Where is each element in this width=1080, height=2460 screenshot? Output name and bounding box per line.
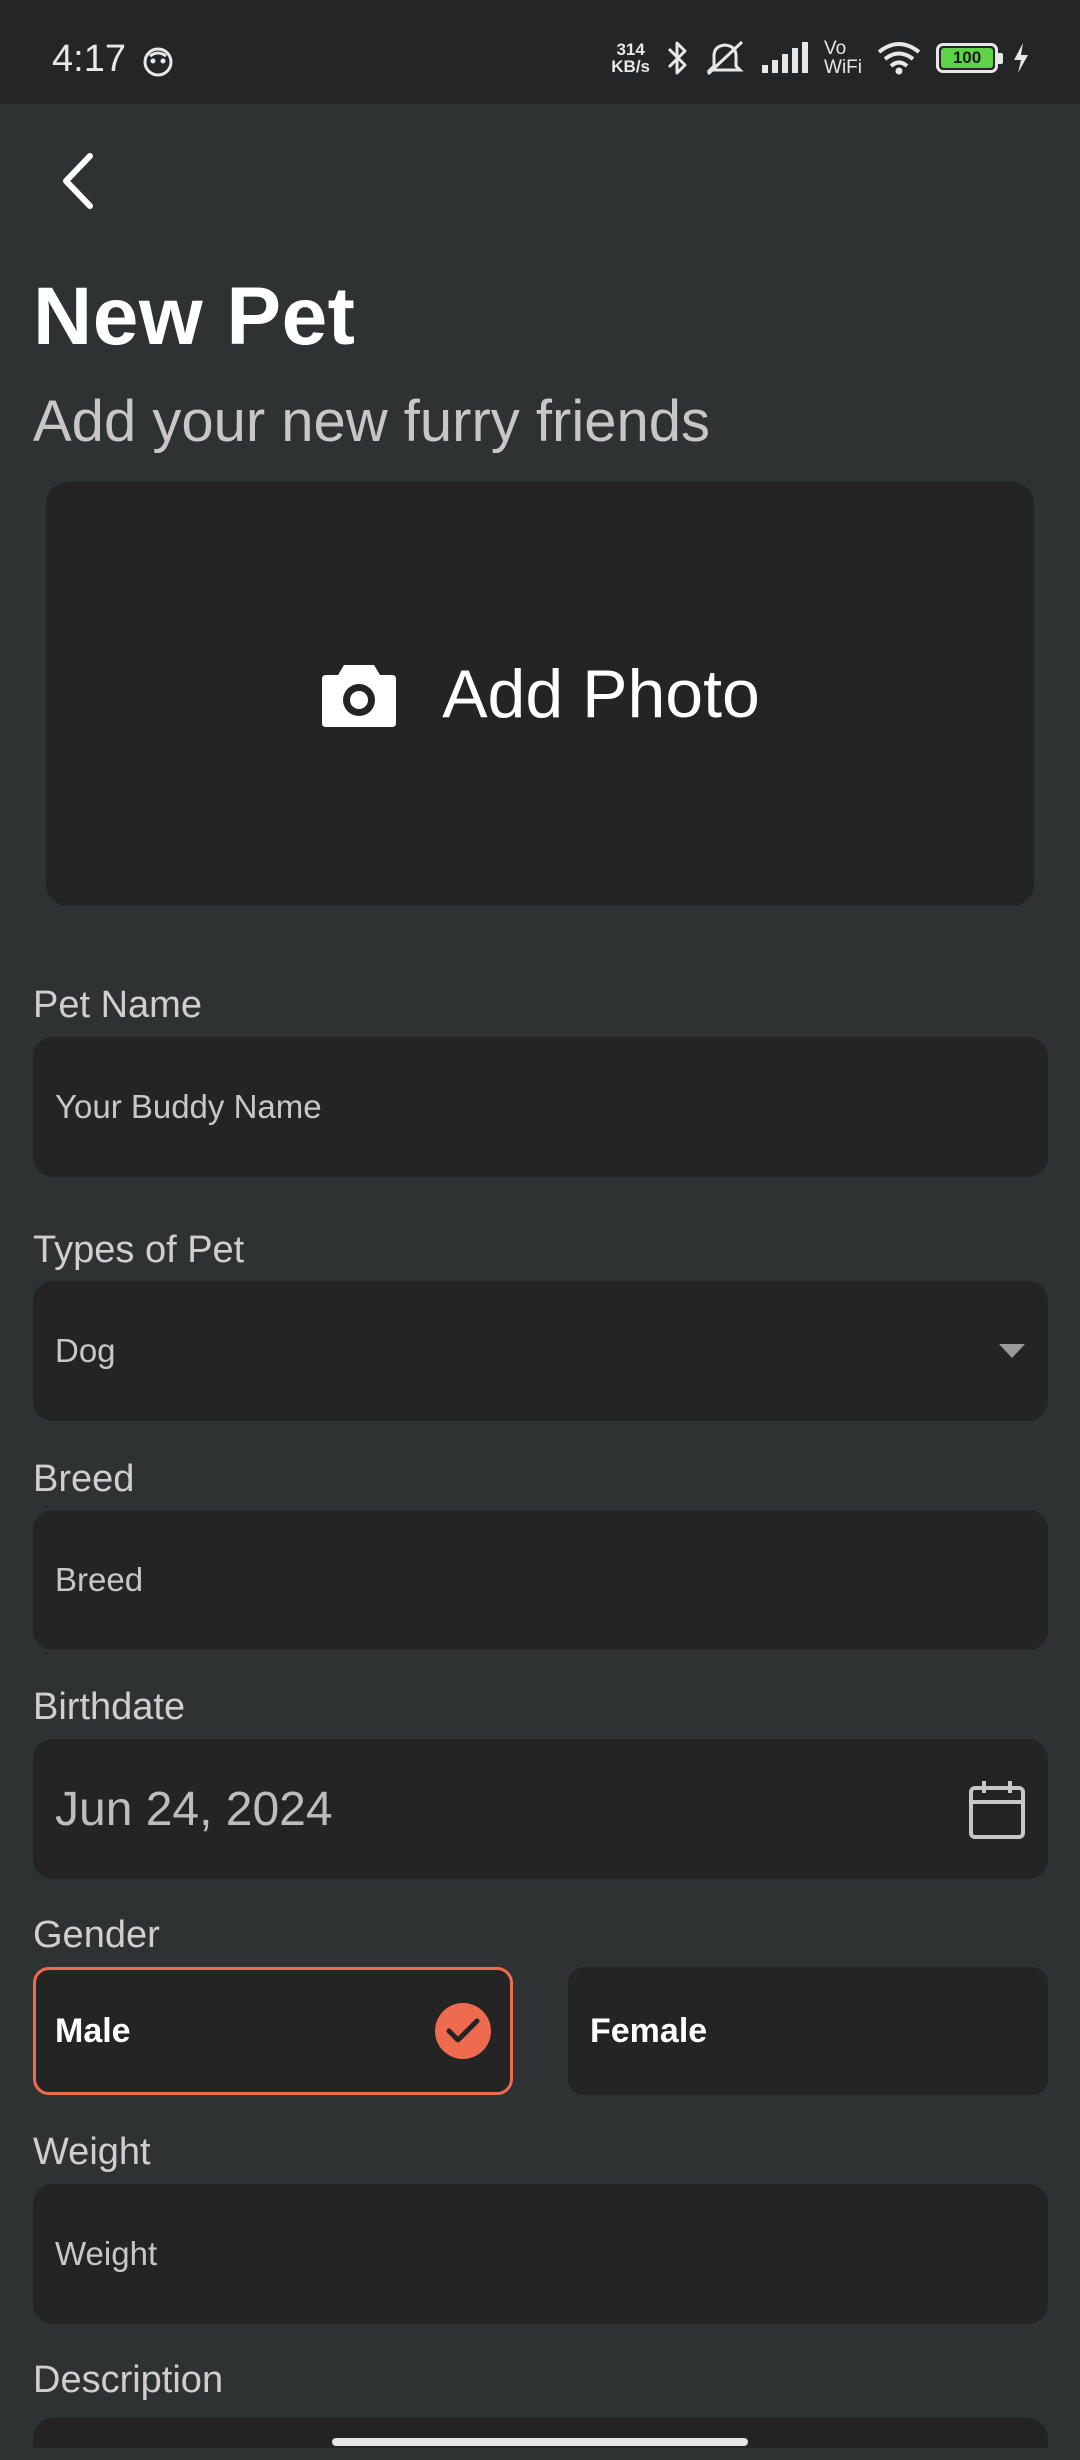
weight-label: Weight xyxy=(33,2131,151,2173)
gender-label: Gender xyxy=(33,1914,160,1956)
pet-type-value: Dog xyxy=(55,1332,116,1369)
page-subtitle: Add your new furry friends xyxy=(33,389,710,454)
vowifi-indicator: Vo WiFi xyxy=(824,38,862,78)
bluetooth-icon xyxy=(667,41,687,75)
description-label: Description xyxy=(33,2359,224,2401)
chevron-left-icon xyxy=(63,153,93,209)
signal-icon xyxy=(762,42,809,73)
camera-icon xyxy=(322,665,397,727)
weight-input[interactable]: Weight xyxy=(33,2184,1048,2324)
status-icons: 314 KB/s Vo WiFi 100 xyxy=(611,36,1030,80)
calendar-icon[interactable] xyxy=(968,1778,1026,1840)
weight-placeholder: Weight xyxy=(55,2235,158,2272)
add-photo-label: Add Photo xyxy=(442,656,760,732)
status-time: 4:17 xyxy=(52,38,126,80)
wifi-icon xyxy=(877,42,921,75)
charging-icon xyxy=(1014,43,1028,73)
breed-placeholder: Breed xyxy=(55,1561,144,1598)
battery-level: 100 xyxy=(941,48,993,68)
pet-type-label: Types of Pet xyxy=(33,1229,245,1271)
check-icon xyxy=(435,2003,491,2059)
pet-type-select[interactable]: Dog xyxy=(33,1281,1048,1421)
gender-male-label: Male xyxy=(55,2011,131,2050)
pet-name-placeholder: Your Buddy Name xyxy=(55,1088,322,1125)
notification-face-icon xyxy=(143,47,173,77)
page-title: New Pet xyxy=(33,271,356,362)
birthdate-label: Birthdate xyxy=(33,1686,186,1728)
breed-input[interactable]: Breed xyxy=(33,1510,1048,1650)
gender-female-label: Female xyxy=(590,2011,708,2050)
battery-icon: 100 xyxy=(936,43,1003,73)
breed-label: Breed xyxy=(33,1458,135,1500)
gender-male-option[interactable]: Male xyxy=(33,1967,513,2095)
birthdate-input[interactable]: Jun 24, 2024 xyxy=(33,1739,1048,1879)
add-photo-button[interactable]: Add Photo xyxy=(46,482,1034,906)
pet-name-input[interactable]: Your Buddy Name xyxy=(33,1037,1048,1177)
network-speed: 314 KB/s xyxy=(611,40,651,76)
status-bar: 4:17 314 KB/s Vo WiFi 100 xyxy=(0,0,1080,104)
pet-name-label: Pet Name xyxy=(33,984,202,1026)
home-indicator[interactable] xyxy=(332,2438,748,2446)
gender-female-option[interactable]: Female xyxy=(568,1967,1048,2095)
muted-icon xyxy=(706,40,744,76)
birthdate-value: Jun 24, 2024 xyxy=(55,1782,333,1836)
dropdown-arrow-icon xyxy=(999,1344,1025,1358)
back-button[interactable] xyxy=(48,148,108,214)
